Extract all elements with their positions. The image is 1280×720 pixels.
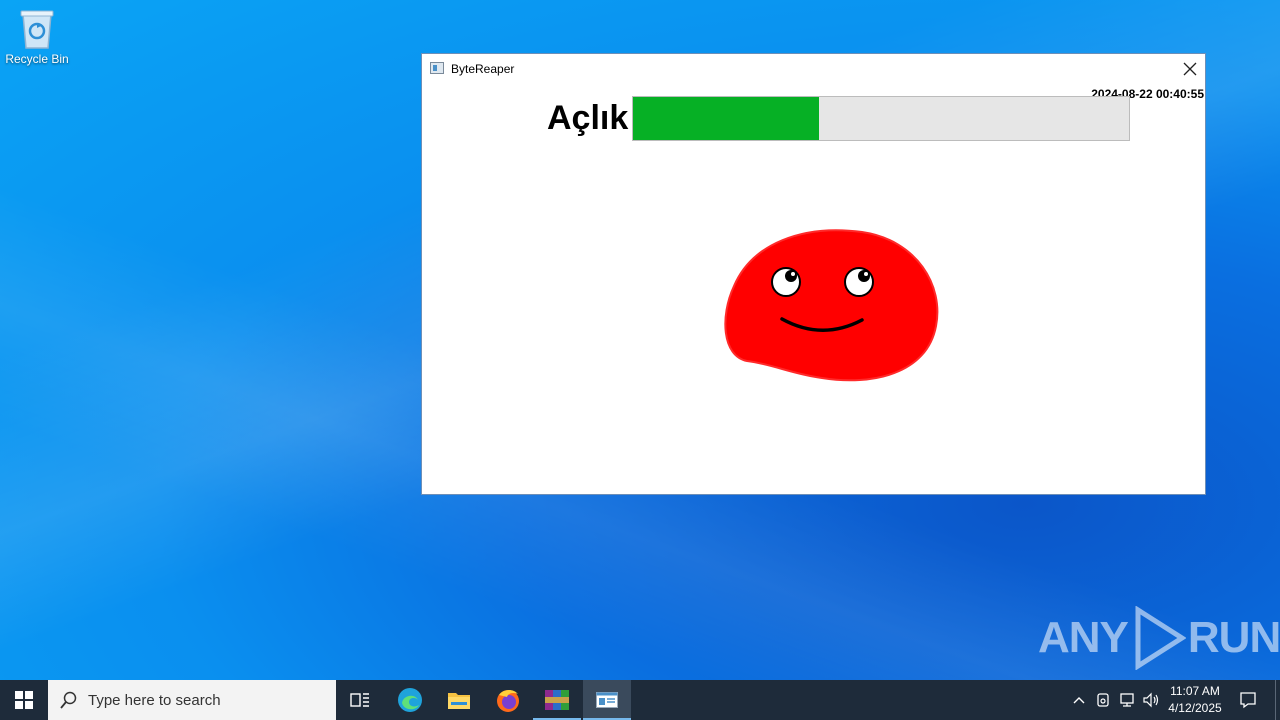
hunger-bar-fill <box>633 97 819 140</box>
show-desktop-button[interactable] <box>1275 680 1280 720</box>
winrar-icon <box>545 690 569 710</box>
device-icon <box>1097 693 1109 707</box>
taskbar-edge[interactable] <box>386 680 434 720</box>
show-hidden-icons-button[interactable] <box>1068 680 1090 720</box>
bytereaper-app-icon <box>596 692 618 708</box>
taskbar-bytereaper[interactable] <box>583 680 631 720</box>
recycle-bin-shortcut[interactable]: Recycle Bin <box>4 6 70 66</box>
clock-date: 4/12/2025 <box>1168 701 1222 715</box>
watermark-left-text: ANY <box>1038 613 1129 662</box>
task-view-icon <box>350 693 369 707</box>
edge-icon <box>398 688 422 712</box>
search-placeholder: Type here to search <box>88 691 221 709</box>
recycle-bin-icon <box>17 6 57 50</box>
taskbar-winrar[interactable] <box>533 680 581 720</box>
pet-blob[interactable] <box>722 226 942 386</box>
taskbar: Type here to search 11:07 AM 4/12/2025 <box>0 680 1280 720</box>
search-icon <box>60 691 77 709</box>
taskbar-firefox[interactable] <box>484 680 532 720</box>
chevron-up-icon <box>1073 697 1085 704</box>
volume-icon <box>1143 692 1159 708</box>
hunger-label: Açlık <box>547 99 629 137</box>
file-explorer-icon <box>448 693 470 709</box>
anyrun-watermark: ANY RUN <box>1038 606 1280 670</box>
window-titlebar[interactable]: ByteReaper <box>422 54 1205 84</box>
bytereaper-window[interactable]: ByteReaper 2024-08-22 00:40:55 Açlık <box>421 53 1206 495</box>
start-button[interactable] <box>0 680 48 720</box>
hunger-bar <box>632 96 1130 141</box>
app-window-icon <box>430 62 444 74</box>
clock-time: 11:07 AM <box>1170 684 1220 698</box>
window-title: ByteReaper <box>451 62 515 76</box>
taskbar-search-box[interactable]: Type here to search <box>48 680 336 720</box>
windows-logo-icon <box>15 691 33 709</box>
watermark-right-text: RUN <box>1187 613 1280 662</box>
close-button[interactable] <box>1175 54 1205 84</box>
tray-network[interactable] <box>1115 680 1139 720</box>
recycle-bin-label: Recycle Bin <box>5 52 69 66</box>
taskbar-file-explorer[interactable] <box>435 680 483 720</box>
tray-meet-now[interactable] <box>1092 680 1114 720</box>
action-center-button[interactable] <box>1230 680 1266 720</box>
task-view-button[interactable] <box>336 680 384 720</box>
firefox-icon <box>497 689 519 712</box>
pet-right-eye <box>844 267 874 297</box>
play-logo-icon <box>1135 606 1186 670</box>
network-icon <box>1120 693 1134 707</box>
notification-icon <box>1240 692 1256 709</box>
tray-volume[interactable] <box>1140 680 1162 720</box>
close-icon <box>1183 62 1197 76</box>
pet-left-eye <box>771 267 801 297</box>
tray-clock[interactable]: 11:07 AM 4/12/2025 <box>1163 680 1227 720</box>
